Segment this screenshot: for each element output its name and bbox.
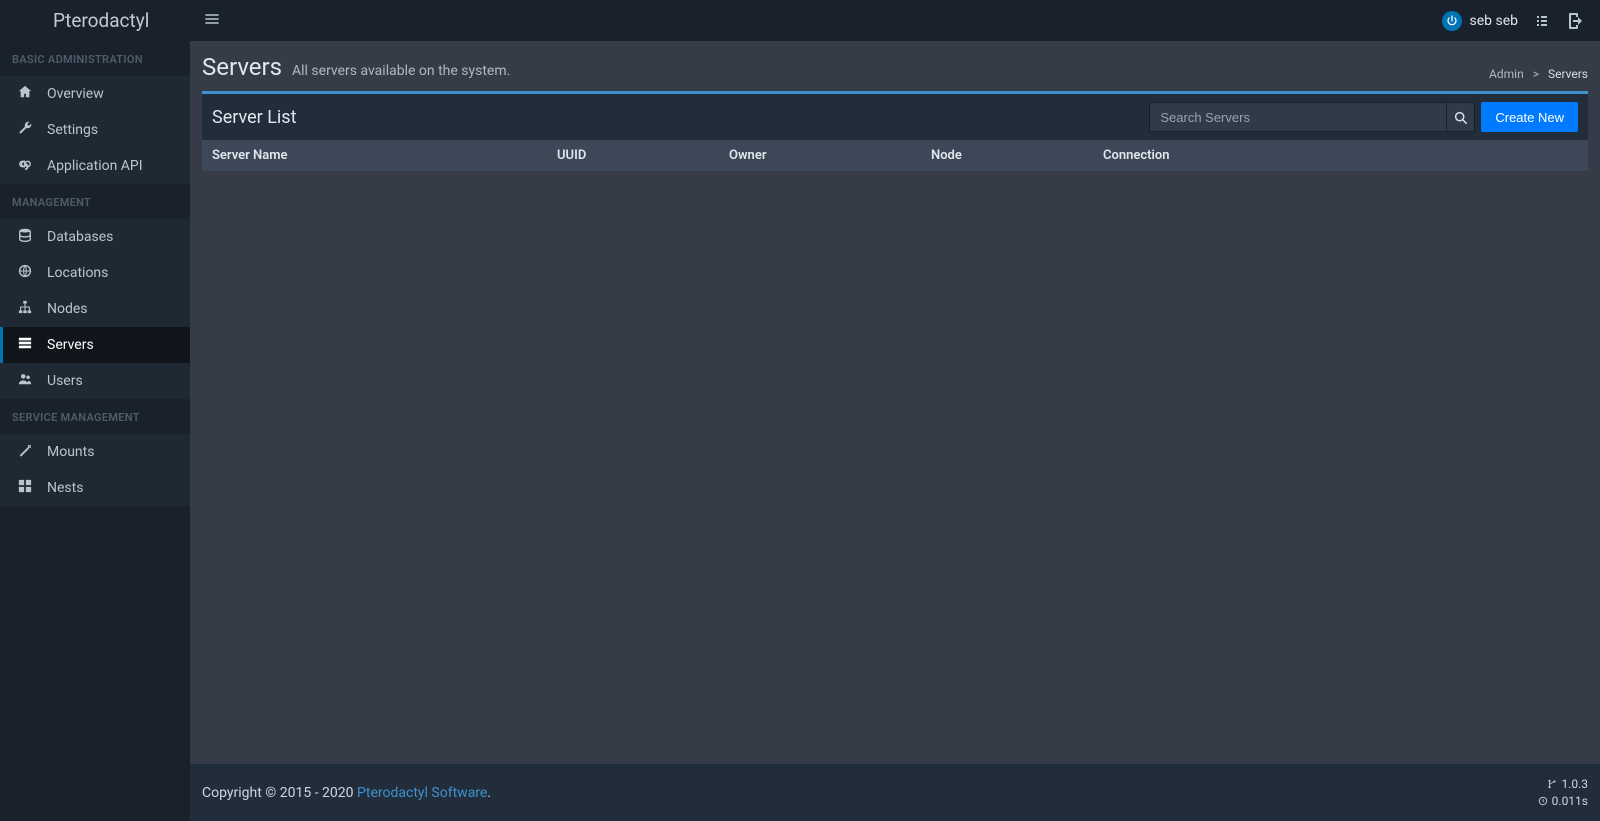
footer-version-text: 1.0.3 bbox=[1561, 777, 1588, 791]
logout-icon[interactable] bbox=[1566, 13, 1582, 29]
sidebar-item-settings[interactable]: Settings bbox=[0, 112, 190, 148]
footer-version: 1.0.3 bbox=[1538, 776, 1588, 793]
sidebar-item-mounts[interactable]: Mounts bbox=[0, 434, 190, 470]
user-menu[interactable]: seb seb bbox=[1442, 11, 1519, 31]
sidebar-header-mgmt: MANAGEMENT bbox=[0, 184, 190, 219]
page-subtitle: All servers available on the system. bbox=[292, 63, 510, 79]
link-icon bbox=[17, 157, 33, 175]
col-owner: Owner bbox=[729, 148, 931, 163]
breadcrumb-current: Servers bbox=[1548, 67, 1588, 81]
footer-copy: Copyright © 2015 - 2020 Pterodactyl Soft… bbox=[202, 785, 491, 801]
grid-icon bbox=[17, 479, 33, 497]
sidebar-item-label: Servers bbox=[47, 337, 94, 353]
sidebar-item-label: Databases bbox=[47, 229, 113, 245]
avatar bbox=[1442, 11, 1462, 31]
clock-icon bbox=[1538, 796, 1548, 806]
sidebar-item-overview[interactable]: Overview bbox=[0, 76, 190, 112]
search-input[interactable] bbox=[1149, 102, 1447, 132]
database-icon bbox=[17, 228, 33, 246]
footer-time-text: 0.011s bbox=[1552, 794, 1588, 808]
col-node: Node bbox=[931, 148, 1103, 163]
globe-icon bbox=[17, 264, 33, 282]
username-label: seb seb bbox=[1470, 13, 1519, 29]
search-icon bbox=[1454, 111, 1467, 124]
breadcrumb: Admin > Servers bbox=[1489, 67, 1588, 81]
sidebar-item-label: Mounts bbox=[47, 444, 94, 460]
users-icon bbox=[17, 372, 33, 390]
sidebar-item-label: Nests bbox=[47, 480, 83, 496]
sidebar-item-nests[interactable]: Nests bbox=[0, 470, 190, 506]
sidebar-item-label: Locations bbox=[47, 265, 108, 281]
sidebar-header-svc: SERVICE MANAGEMENT bbox=[0, 399, 190, 434]
footer-copy-prefix: Copyright © 2015 - 2020 bbox=[202, 785, 357, 801]
topbar: Pterodactyl seb seb bbox=[0, 0, 1600, 41]
box-header: Server List Create New bbox=[202, 94, 1588, 140]
magic-icon bbox=[17, 443, 33, 461]
page-title-text: Servers bbox=[202, 53, 282, 81]
footer: Copyright © 2015 - 2020 Pterodactyl Soft… bbox=[190, 764, 1600, 821]
topbar-right: seb seb bbox=[190, 11, 1600, 31]
box-title: Server List bbox=[212, 107, 296, 128]
footer-time: 0.011s bbox=[1538, 793, 1588, 810]
page-title: Servers All servers available on the sys… bbox=[202, 53, 510, 81]
sidebar-item-locations[interactable]: Locations bbox=[0, 255, 190, 291]
footer-copy-suffix: . bbox=[487, 785, 491, 801]
power-icon bbox=[1446, 15, 1458, 27]
sidebar-item-nodes[interactable]: Nodes bbox=[0, 291, 190, 327]
sidebar-item-label: Overview bbox=[47, 86, 104, 102]
topbar-actions: seb seb bbox=[1442, 11, 1583, 31]
col-connection: Connection bbox=[1103, 148, 1578, 163]
server-list-box: Server List Create New Server Name UUID … bbox=[202, 91, 1588, 171]
sitemap-icon bbox=[17, 300, 33, 318]
box-tools: Create New bbox=[1149, 102, 1578, 132]
breadcrumb-sep: > bbox=[1533, 67, 1539, 81]
wrench-icon bbox=[17, 121, 33, 139]
sidebar-header-basic: BASIC ADMINISTRATION bbox=[0, 41, 190, 76]
home-icon bbox=[17, 85, 33, 103]
table-header-row: Server Name UUID Owner Node Connection bbox=[202, 140, 1588, 171]
sidebar-item-users[interactable]: Users bbox=[0, 363, 190, 399]
sidebar-item-servers[interactable]: Servers bbox=[0, 327, 190, 363]
breadcrumb-admin[interactable]: Admin bbox=[1489, 67, 1524, 81]
branch-icon bbox=[1547, 779, 1557, 789]
sidebar-item-label: Nodes bbox=[47, 301, 88, 317]
col-server-name: Server Name bbox=[212, 148, 557, 163]
page-header: Servers All servers available on the sys… bbox=[190, 41, 1600, 91]
footer-stats: 1.0.3 0.011s bbox=[1538, 776, 1588, 810]
sidebar-item-label: Settings bbox=[47, 122, 98, 138]
brand-logo[interactable]: Pterodactyl bbox=[0, 0, 190, 41]
footer-link[interactable]: Pterodactyl Software bbox=[357, 785, 487, 801]
content: Servers All servers available on the sys… bbox=[190, 41, 1600, 821]
search-button[interactable] bbox=[1447, 102, 1475, 132]
sidebar-item-label: Application API bbox=[47, 158, 143, 174]
sidebar-item-databases[interactable]: Databases bbox=[0, 219, 190, 255]
menu-toggle-icon[interactable] bbox=[205, 12, 219, 30]
col-uuid: UUID bbox=[557, 148, 729, 163]
list-icon[interactable] bbox=[1534, 13, 1550, 29]
sidebar-item-label: Users bbox=[47, 373, 83, 389]
create-new-button[interactable]: Create New bbox=[1481, 102, 1578, 132]
sidebar-item-appapi[interactable]: Application API bbox=[0, 148, 190, 184]
server-icon bbox=[17, 336, 33, 354]
sidebar: BASIC ADMINISTRATION Overview Settings A… bbox=[0, 41, 190, 821]
